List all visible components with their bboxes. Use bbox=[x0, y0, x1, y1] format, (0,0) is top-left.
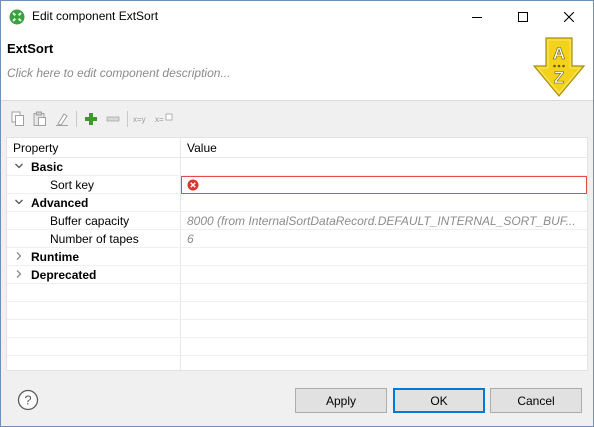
sort-az-icon: A Z bbox=[532, 37, 586, 97]
group-label: Deprecated bbox=[31, 268, 97, 282]
add-button[interactable] bbox=[80, 109, 102, 129]
property-column-header: Property bbox=[13, 141, 59, 155]
x-equals-y-button[interactable]: x=y bbox=[131, 109, 153, 129]
remove-icon bbox=[106, 116, 120, 122]
maximize-icon bbox=[518, 11, 528, 22]
group-row-runtime[interactable]: Runtime bbox=[7, 248, 587, 266]
group-row-advanced[interactable]: Advanced bbox=[7, 194, 587, 212]
property-row-buffer-capacity[interactable]: Buffer capacity 8000 (from InternalSortD… bbox=[7, 212, 587, 230]
x-equals-expression-icon: x= bbox=[155, 113, 173, 124]
group-row-basic[interactable]: Basic bbox=[7, 158, 587, 176]
remove-button[interactable] bbox=[102, 109, 124, 129]
property-toolbar: x=y x= bbox=[7, 109, 175, 129]
group-row-deprecated[interactable]: Deprecated bbox=[7, 266, 587, 284]
edit-component-dialog: Edit component ExtSort ExtSort Click her… bbox=[0, 0, 594, 427]
help-glyph: ? bbox=[24, 393, 31, 408]
property-row-number-of-tapes[interactable]: Number of tapes 6 bbox=[7, 230, 587, 248]
property-value[interactable]: 8000 (from InternalSortDataRecord.DEFAUL… bbox=[187, 214, 583, 228]
help-icon[interactable]: ? bbox=[17, 389, 39, 411]
copy-button[interactable] bbox=[7, 109, 29, 129]
error-icon bbox=[187, 179, 199, 191]
empty-row bbox=[7, 320, 587, 338]
clear-icon bbox=[56, 113, 68, 126]
group-label: Runtime bbox=[31, 250, 79, 264]
ok-button[interactable]: OK bbox=[393, 388, 485, 413]
cancel-button[interactable]: Cancel bbox=[490, 388, 582, 413]
copy-icon bbox=[11, 111, 24, 126]
clear-button[interactable] bbox=[51, 109, 73, 129]
chevron-right-icon[interactable] bbox=[14, 269, 24, 279]
paste-icon bbox=[33, 111, 46, 126]
chevron-down-icon[interactable] bbox=[14, 161, 24, 171]
value-column-header: Value bbox=[187, 141, 217, 155]
add-icon bbox=[85, 113, 97, 125]
group-label: Basic bbox=[31, 160, 64, 174]
minimize-icon bbox=[472, 16, 482, 18]
sort-icon-letter-a: A bbox=[553, 44, 565, 63]
property-row-sort-key[interactable]: Sort key bbox=[7, 176, 587, 194]
property-table: Property Value Basic Sort key Advanced B… bbox=[6, 137, 588, 371]
component-name: ExtSort bbox=[7, 41, 54, 56]
chevron-down-icon[interactable] bbox=[14, 197, 24, 207]
component-header: ExtSort Click here to edit component des… bbox=[1, 32, 593, 101]
sort-icon-letter-z: Z bbox=[554, 68, 564, 87]
property-label: Number of tapes bbox=[50, 232, 139, 246]
paste-button[interactable] bbox=[29, 109, 51, 129]
toolbar-separator bbox=[76, 111, 77, 127]
title-bar: Edit component ExtSort bbox=[1, 1, 593, 32]
component-description-field[interactable]: Click here to edit component description… bbox=[7, 66, 230, 80]
group-label: Advanced bbox=[31, 196, 89, 210]
table-header: Property Value bbox=[7, 138, 587, 158]
maximize-button[interactable] bbox=[500, 1, 546, 32]
x-equals-y-icon: x=y bbox=[133, 115, 146, 124]
close-button[interactable] bbox=[546, 1, 592, 32]
empty-row bbox=[7, 302, 587, 320]
apply-button[interactable]: Apply bbox=[295, 388, 387, 413]
x-equals-y-text: x=y bbox=[133, 115, 146, 124]
window-title: Edit component ExtSort bbox=[32, 9, 159, 23]
close-icon bbox=[564, 11, 574, 22]
empty-row bbox=[7, 284, 587, 302]
empty-row bbox=[7, 338, 587, 356]
chevron-right-icon[interactable] bbox=[14, 251, 24, 261]
x-equals-expression-button[interactable]: x= bbox=[153, 109, 175, 129]
property-value[interactable]: 6 bbox=[187, 232, 583, 246]
component-icon bbox=[9, 9, 25, 25]
property-label: Buffer capacity bbox=[50, 214, 130, 228]
property-label: Sort key bbox=[50, 178, 95, 192]
toolbar-separator bbox=[127, 111, 128, 127]
x-equals-expression-text: x= bbox=[155, 115, 164, 124]
minimize-button[interactable] bbox=[454, 1, 500, 32]
sort-key-input[interactable] bbox=[181, 176, 587, 194]
